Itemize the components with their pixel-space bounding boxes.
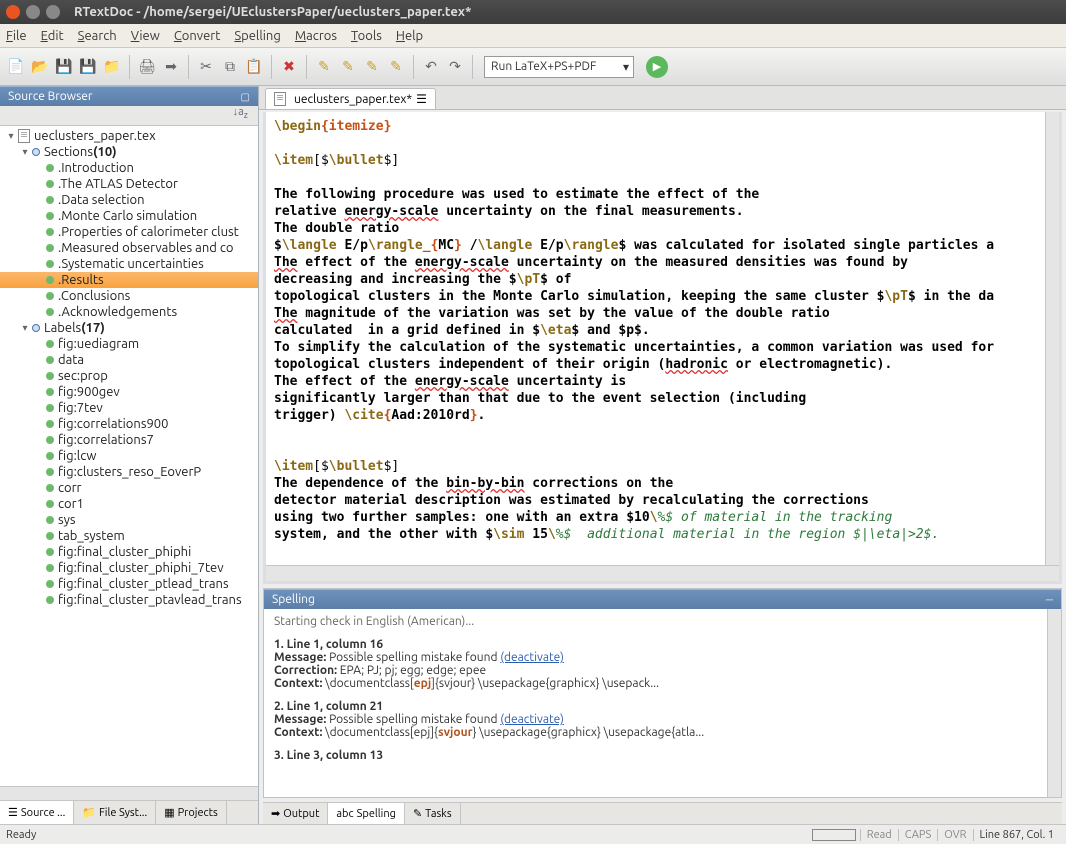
status-ready: Ready xyxy=(6,829,36,841)
editor-tab-active[interactable]: ueclusters_paper.tex* ☰ xyxy=(265,88,436,109)
window-close-icon[interactable] xyxy=(6,5,20,19)
menu-convert[interactable]: Convert xyxy=(174,29,221,43)
menu-edit[interactable]: Edit xyxy=(41,29,64,43)
tree-label-item[interactable]: fig:lcw xyxy=(0,448,258,464)
tree-label-item[interactable]: sys xyxy=(0,512,258,528)
menu-file[interactable]: File xyxy=(6,29,27,43)
status-caps: CAPS xyxy=(898,829,938,841)
tree-section-item[interactable]: .Data selection xyxy=(0,192,258,208)
wand4-icon[interactable]: ✎ xyxy=(386,57,406,77)
run-button[interactable]: ▶ xyxy=(646,56,668,78)
tree-label-item[interactable]: cor1 xyxy=(0,496,258,512)
redo-icon[interactable]: ↷ xyxy=(445,57,465,77)
window-maximize-icon[interactable] xyxy=(46,5,60,19)
open-folder-icon[interactable]: 📁 xyxy=(102,57,122,77)
tree-section-item[interactable]: .Measured observables and co xyxy=(0,240,258,256)
tree-label-item[interactable]: fig:final_cluster_ptlead_trans xyxy=(0,576,258,592)
bottom-tab-output[interactable]: ➡Output xyxy=(263,803,328,824)
spelling-vscroll[interactable] xyxy=(1047,609,1061,797)
tree-label-item[interactable]: fig:final_cluster_phiphi_7tev xyxy=(0,560,258,576)
spelling-panel[interactable]: Starting check in English (American)...1… xyxy=(264,609,1047,797)
copy-icon[interactable]: ⧉ xyxy=(220,57,240,77)
panel-min-icon[interactable]: ─ xyxy=(1046,594,1053,605)
wand3-icon[interactable]: ✎ xyxy=(362,57,382,77)
editor-area[interactable]: \begin{itemize} \item[$\bullet$] The fol… xyxy=(266,112,1045,565)
tree-label-item[interactable]: fig:uediagram xyxy=(0,336,258,352)
menu-macros[interactable]: Macros xyxy=(295,29,337,43)
tree-labels[interactable]: ▾Labels (17) xyxy=(0,320,258,336)
tree-sort-icon[interactable]: ↓az xyxy=(0,106,258,126)
tree-label-item[interactable]: fig:correlations900 xyxy=(0,416,258,432)
tree-section-item[interactable]: .Results xyxy=(0,272,258,288)
tree-label-item[interactable]: tab_system xyxy=(0,528,258,544)
status-read: Read xyxy=(860,829,898,841)
titlebar: RTextDoc - /home/sergei/UEclustersPaper/… xyxy=(0,0,1066,24)
tree-label-item[interactable]: corr xyxy=(0,480,258,496)
wand1-icon[interactable]: ✎ xyxy=(314,57,334,77)
panel-min-icon[interactable]: ▢ xyxy=(241,91,250,102)
tree-label-item[interactable]: sec:prop xyxy=(0,368,258,384)
window-minimize-icon[interactable] xyxy=(26,5,40,19)
tree-label-item[interactable]: fig:7tev xyxy=(0,400,258,416)
status-position: Line 867, Col. 1 xyxy=(973,829,1061,841)
document-icon xyxy=(274,92,286,106)
deactivate-link[interactable]: (deactivate) xyxy=(500,713,564,726)
undo-icon[interactable]: ↶ xyxy=(421,57,441,77)
tree-label-item[interactable]: fig:final_cluster_ptavlead_trans xyxy=(0,592,258,608)
run-config-select[interactable]: Run LaTeX+PS+PDF xyxy=(484,56,634,78)
tree-section-item[interactable]: .Introduction xyxy=(0,160,258,176)
source-browser-tree[interactable]: ▾ueclusters_paper.tex▾Sections (10).Intr… xyxy=(0,126,258,786)
print-icon[interactable]: 🖨 xyxy=(137,57,157,77)
tree-label-item[interactable]: fig:final_cluster_phiphi xyxy=(0,544,258,560)
spelling-header: Spelling ─ xyxy=(264,589,1061,609)
toolbar: 📄 📂 💾 💾 📁 🖨 ➡ ✂ ⧉ 📋 ✖ ✎ ✎ ✎ ✎ ↶ ↷ Run La… xyxy=(0,48,1066,86)
tree-section-item[interactable]: .Systematic uncertainties xyxy=(0,256,258,272)
bottom-tabs: ➡OutputabcSpelling✎Tasks xyxy=(263,802,1062,824)
tree-section-item[interactable]: .Conclusions xyxy=(0,288,258,304)
paste-icon[interactable]: 📋 xyxy=(244,57,264,77)
tree-section-item[interactable]: .Monte Carlo simulation xyxy=(0,208,258,224)
menu-tools[interactable]: Tools xyxy=(351,29,382,43)
tree-label-item[interactable]: fig:900gev xyxy=(0,384,258,400)
delete-icon[interactable]: ✖ xyxy=(279,57,299,77)
editor-hscroll[interactable] xyxy=(266,565,1059,581)
menu-help[interactable]: Help xyxy=(396,29,423,43)
save-icon[interactable]: 💾 xyxy=(54,57,74,77)
tree-hscroll[interactable] xyxy=(0,786,258,800)
tree-label-item[interactable]: data xyxy=(0,352,258,368)
left-tab[interactable]: 📁File Syst... xyxy=(74,801,156,824)
menubar: File Edit Search View Convert Spelling Macros T… xyxy=(0,24,1066,48)
window-title: RTextDoc - /home/sergei/UEclustersPaper/… xyxy=(74,5,471,19)
tree-label-item[interactable]: fig:clusters_reso_EoverP xyxy=(0,464,258,480)
left-tab[interactable]: ▦Projects xyxy=(156,801,227,824)
menu-spelling[interactable]: Spelling xyxy=(234,29,280,43)
statusbar: Ready Read CAPS OVR Line 867, Col. 1 xyxy=(0,824,1066,844)
tree-label-item[interactable]: fig:correlations7 xyxy=(0,432,258,448)
new-file-icon[interactable]: 📄 xyxy=(6,57,26,77)
left-tab[interactable]: ☰Source ... xyxy=(0,801,74,824)
status-ovr: OVR xyxy=(937,829,972,841)
bottom-tab-tasks[interactable]: ✎Tasks xyxy=(405,803,461,824)
menu-search[interactable]: Search xyxy=(78,29,117,43)
tree-section-item[interactable]: .The ATLAS Detector xyxy=(0,176,258,192)
tree-section-item[interactable]: .Acknowledgements xyxy=(0,304,258,320)
menu-view[interactable]: View xyxy=(131,29,160,43)
tree-section-item[interactable]: .Properties of calorimeter clust xyxy=(0,224,258,240)
wand2-icon[interactable]: ✎ xyxy=(338,57,358,77)
editor-tabs: ueclusters_paper.tex* ☰ xyxy=(259,86,1066,110)
deactivate-link[interactable]: (deactivate) xyxy=(500,651,564,664)
save-all-icon[interactable]: 💾 xyxy=(78,57,98,77)
tree-root[interactable]: ▾ueclusters_paper.tex xyxy=(0,128,258,144)
source-browser-header: Source Browser ▢ xyxy=(0,86,258,106)
open-file-icon[interactable]: 📂 xyxy=(30,57,50,77)
tab-icon: ☰ xyxy=(416,92,427,106)
left-tabs: ☰Source ...📁File Syst...▦Projects xyxy=(0,800,258,824)
editor-vscroll[interactable] xyxy=(1045,112,1059,565)
export-icon[interactable]: ➡ xyxy=(161,57,181,77)
tree-sections[interactable]: ▾Sections (10) xyxy=(0,144,258,160)
cut-icon[interactable]: ✂ xyxy=(196,57,216,77)
bottom-tab-spelling[interactable]: abcSpelling xyxy=(328,803,405,824)
status-block xyxy=(812,829,856,841)
